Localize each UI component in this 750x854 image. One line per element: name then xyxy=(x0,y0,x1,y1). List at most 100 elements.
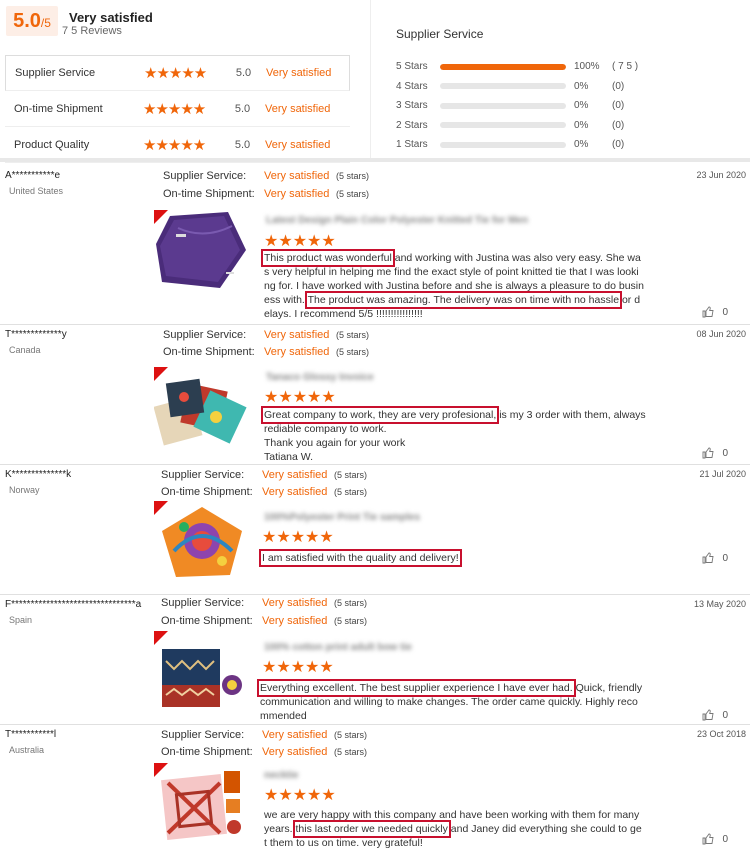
thumbs-up-icon xyxy=(702,306,714,318)
review-text: I am satisfied with the quality and deli… xyxy=(259,549,648,567)
shipment-line: On-time Shipment: Very satisfied (5 star… xyxy=(161,615,367,627)
rating-row[interactable]: Product Quality ★★★★★ 5.0 Very satisfied xyxy=(5,127,350,163)
review-date: 21 Jul 2020 xyxy=(699,469,746,479)
review-item: K**************k Norway 21 Jul 2020 Supp… xyxy=(0,465,750,595)
breakdown-bar xyxy=(440,83,566,90)
rating-row[interactable]: Supplier Service ★★★★★ 5.0 Very satisfie… xyxy=(5,55,350,91)
review-star-rating: ★★★★★ xyxy=(264,389,336,406)
breakdown-bar xyxy=(440,102,566,109)
supplier-service-value: Very satisfied xyxy=(264,329,330,341)
review-text-line: Everything excellent. The best supplier … xyxy=(257,679,643,697)
product-title[interactable]: Tanaco Glossy Invoice xyxy=(266,372,374,383)
breakdown-row[interactable]: 3 Stars 0% (0) xyxy=(396,96,638,116)
supplier-service-label: Supplier Service: xyxy=(161,597,245,609)
rating-row-word: Very satisfied xyxy=(265,102,331,115)
like-button[interactable]: 0 xyxy=(702,447,728,459)
overall-score-suffix: /5 xyxy=(40,16,51,30)
breakdown-row[interactable]: 2 Stars 0% (0) xyxy=(396,116,638,136)
shipment-label: On-time Shipment: xyxy=(163,188,255,200)
supplier-service-stars: (5 stars) xyxy=(334,598,368,608)
highlighted-phrase: The product was amazing. The delivery wa… xyxy=(304,291,623,309)
review-text-line: ess with. The product was amazing. The d… xyxy=(264,291,641,309)
review-item: T*************y Canada 08 Jun 2020 Suppl… xyxy=(0,325,750,465)
review-date: 08 Jun 2020 xyxy=(696,329,746,339)
supplier-service-value: Very satisfied xyxy=(262,597,328,609)
breakdown-label: 3 Stars xyxy=(396,100,428,112)
shipment-stars: (5 stars) xyxy=(336,347,370,357)
breakdown-count: (0) xyxy=(612,139,625,151)
reviewer-country: Norway xyxy=(9,485,40,495)
review-text-line: s very helpful in helping me find the ex… xyxy=(264,266,639,278)
highlighted-phrase: I am satisfied with the quality and deli… xyxy=(259,549,462,567)
star-rating-icon: ★★★★★ xyxy=(144,65,207,82)
product-title[interactable]: necktie xyxy=(264,770,298,781)
like-count: 0 xyxy=(722,709,728,721)
supplier-service-line: Supplier Service: Very satisfied (5 star… xyxy=(163,170,369,182)
supplier-service-label: Supplier Service: xyxy=(163,170,247,182)
review-text-line: years. this last order we needed quickly… xyxy=(264,820,642,838)
like-button[interactable]: 0 xyxy=(702,709,728,721)
shipment-stars: (5 stars) xyxy=(334,747,368,757)
breakdown-pct: 100% xyxy=(574,61,600,73)
supplier-service-label: Supplier Service: xyxy=(161,729,245,741)
rating-row-score: 5.0 xyxy=(234,138,251,151)
review-text-line: This product was wonderful and working w… xyxy=(261,249,641,267)
rating-row-score: 5.0 xyxy=(234,102,251,115)
supplier-service-stars: (5 stars) xyxy=(334,730,368,740)
review-text: Everything excellent. The best supplier … xyxy=(257,679,646,723)
product-thumbnail[interactable] xyxy=(154,210,248,290)
highlighted-phrase: This product was wonderful xyxy=(261,249,395,267)
product-title[interactable]: 100%Polyester Print Tie samples xyxy=(264,512,420,523)
breakdown-count: ( 7 5 ) xyxy=(612,61,639,73)
breakdown-row[interactable]: 1 Stars 0% (0) xyxy=(396,135,638,155)
review-text-line: communication and willing to make change… xyxy=(260,696,638,708)
product-thumbnail[interactable] xyxy=(154,631,248,711)
thumbs-up-icon xyxy=(702,447,714,459)
supplier-service-value: Very satisfied xyxy=(264,170,330,182)
breakdown-pct: 0% xyxy=(574,119,589,131)
overall-score-badge: 5.0 /5 xyxy=(6,6,58,36)
breakdown-count: (0) xyxy=(612,80,625,92)
product-title[interactable]: 100% cotton print adult bow tie xyxy=(264,642,412,653)
product-thumbnail[interactable] xyxy=(154,367,248,447)
review-date: 23 Oct 2018 xyxy=(696,729,746,739)
shipment-label: On-time Shipment: xyxy=(161,486,253,498)
breakdown-row[interactable]: 4 Stars 0% (0) xyxy=(396,77,638,97)
product-thumbnail[interactable] xyxy=(154,763,248,843)
product-thumbnail[interactable] xyxy=(154,501,248,581)
product-title[interactable]: Latest Design Plain Color Polyester Knit… xyxy=(266,215,528,226)
breakdown-label: 5 Stars xyxy=(396,61,428,73)
like-count: 0 xyxy=(722,552,728,564)
review-text-line: we are very happy with this company and … xyxy=(264,809,640,821)
supplier-service-stars: (5 stars) xyxy=(336,171,370,181)
rating-row[interactable]: On-time Shipment ★★★★★ 5.0 Very satisfie… xyxy=(5,91,350,127)
like-button[interactable]: 0 xyxy=(702,833,728,845)
breakdown-count: (0) xyxy=(612,100,625,112)
breakdown-count: (0) xyxy=(612,119,625,131)
like-button[interactable]: 0 xyxy=(702,306,728,318)
review-star-rating: ★★★★★ xyxy=(262,529,334,546)
like-count: 0 xyxy=(722,447,728,459)
highlighted-phrase: this last order we needed quickly xyxy=(292,820,451,838)
breakdown-row[interactable]: 5 Stars 100% ( 7 5 ) xyxy=(396,57,638,77)
thumbs-up-icon xyxy=(702,552,714,564)
like-button[interactable]: 0 xyxy=(702,552,728,564)
star-breakdown: 5 Stars 100% ( 7 5 ) 4 Stars 0% (0) 3 St… xyxy=(396,57,638,155)
shipment-value: Very satisfied xyxy=(262,746,328,758)
review-star-rating: ★★★★★ xyxy=(264,233,336,250)
breakdown-pct: 0% xyxy=(574,80,589,92)
review-date: 13 May 2020 xyxy=(693,599,746,609)
supplier-service-label: Supplier Service: xyxy=(161,469,245,481)
breakdown-label: 4 Stars xyxy=(396,80,428,92)
overall-label: Very satisfied xyxy=(69,10,153,25)
reviewer-name: K**************k xyxy=(5,469,72,480)
supplier-service-label: Supplier Service: xyxy=(163,329,247,341)
reviewer-country: Spain xyxy=(9,615,33,625)
reviewer-name: A***********e xyxy=(5,170,61,181)
supplier-service-line: Supplier Service: Very satisfied (5 star… xyxy=(163,329,369,341)
review-text: we are very happy with this company and … xyxy=(264,808,650,850)
reviewer-country: Australia xyxy=(9,745,45,755)
shipment-line: On-time Shipment: Very satisfied (5 star… xyxy=(163,188,369,200)
shipment-stars: (5 stars) xyxy=(336,189,370,199)
breakdown-bar xyxy=(440,141,566,148)
